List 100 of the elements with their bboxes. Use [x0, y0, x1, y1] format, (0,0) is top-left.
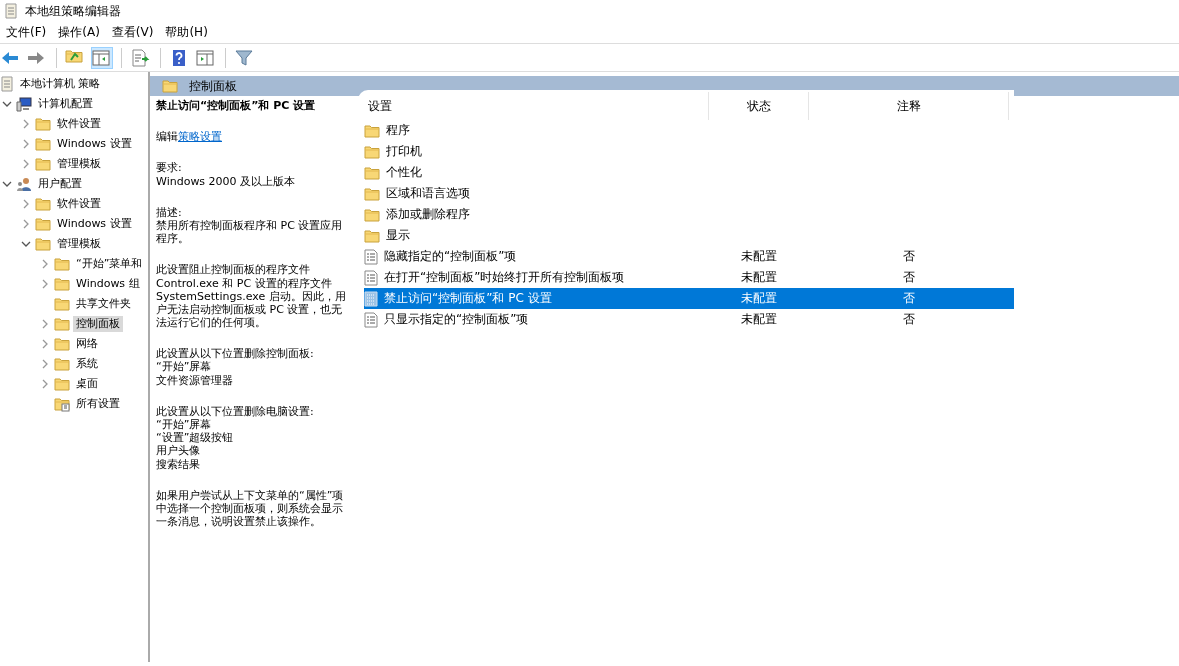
toolbar-button[interactable]	[130, 46, 152, 69]
list-row[interactable]: 隐藏指定的“控制面板”项 未配置 否	[364, 246, 1014, 267]
setting-name: 打印机	[386, 144, 422, 159]
setting-state: 未配置	[740, 249, 778, 264]
description-text: “设置”超级按钮	[156, 431, 235, 445]
description-text: 要求:	[156, 161, 183, 175]
setting-name: 只显示指定的“控制面板”项	[384, 312, 529, 327]
description-text: 此设置从以下位置删除电脑设置:	[156, 404, 315, 418]
notepad-icon	[0, 76, 14, 92]
menu-item[interactable]: 文件(F)	[0, 23, 53, 42]
tree-item[interactable]: 桌面	[73, 376, 101, 392]
setting-name: 添加或删除程序	[386, 207, 470, 222]
tree-item[interactable]: 所有设置	[73, 396, 123, 412]
tree-item[interactable]: 管理模板	[54, 156, 104, 172]
setting-comment: 否	[902, 270, 916, 285]
tree-item[interactable]: “开始”菜单和	[73, 256, 146, 272]
column-header[interactable]: 注释	[809, 92, 1009, 120]
tree-item[interactable]: 用户配置	[35, 176, 85, 192]
tree-item[interactable]: 共享文件夹	[73, 296, 134, 312]
list-row[interactable]: 在打开“控制面板”时始终打开所有控制面板项 未配置 否	[364, 267, 1014, 288]
setting-name: 隐藏指定的“控制面板”项	[384, 249, 517, 264]
tree-item[interactable]: 本地计算机 策略	[17, 76, 104, 92]
description-text: Windows 2000 及以上版本	[156, 174, 297, 188]
window-title: 本地组策略编辑器	[25, 3, 121, 19]
show-hide-tree-icon	[90, 47, 111, 68]
folder-icon	[364, 143, 380, 160]
column-header[interactable]: 设置	[364, 92, 709, 120]
setting-name: 区域和语言选项	[386, 186, 470, 201]
tree-item[interactable]: 计算机配置	[35, 96, 96, 112]
setting-name: 个性化	[386, 165, 422, 180]
tree-item[interactable]: 软件设置	[54, 116, 104, 132]
notepad-icon	[4, 3, 18, 19]
description-text: “开始”屏幕	[156, 418, 213, 432]
setting-comment: 否	[902, 249, 916, 264]
tree-item[interactable]: 系统	[73, 356, 101, 372]
list-row[interactable]: 程序	[364, 120, 1014, 141]
description-text: 此设置阻止控制面板的程序文件 Control.exe 和 PC 设置的程序文件 SystemSettings.exe 启动。因此，用户无法启动控制面板或 PC 设置，也无法运行它们的任何项。	[156, 263, 347, 330]
folder-icon	[35, 196, 51, 212]
list-row[interactable]: 只显示指定的“控制面板”项 未配置 否	[364, 309, 1014, 330]
folder-icon	[35, 216, 51, 232]
policy-document-icon	[364, 248, 378, 265]
folder-icon	[35, 236, 51, 252]
policy-document-icon	[364, 290, 378, 307]
menu-item[interactable]: 操作(A)	[52, 23, 106, 42]
export-list-icon	[129, 47, 150, 68]
toolbar-button[interactable]	[91, 46, 113, 69]
tree-item[interactable]: Windows 设置	[54, 136, 135, 152]
list-row[interactable]: 禁止访问“控制面板”和 PC 设置 未配置 否	[364, 288, 1014, 309]
policy-settings-link[interactable]: 策略设置	[178, 130, 222, 144]
description-text: 用户头像	[156, 444, 201, 458]
description-text: “开始”屏幕	[156, 360, 213, 374]
menu-item[interactable]: 帮助(H)	[159, 23, 214, 42]
panel-title: 控制面板	[189, 78, 237, 94]
description-text: 描述:	[156, 205, 183, 219]
tree-item[interactable]: Windows 设置	[54, 216, 135, 232]
list-row[interactable]: 添加或删除程序	[364, 204, 1014, 225]
setting-state: 未配置	[740, 291, 778, 306]
folder-icon	[54, 256, 70, 272]
folder-icon	[35, 156, 51, 172]
policy-document-icon	[364, 269, 378, 286]
tree-item[interactable]: 软件设置	[54, 196, 104, 212]
menu-item[interactable]: 查看(V)	[105, 23, 160, 42]
tree-item[interactable]: 管理模板	[54, 236, 104, 252]
tree-item[interactable]: 网络	[73, 336, 101, 352]
folder-icon	[364, 185, 380, 202]
column-header[interactable]: 状态	[709, 92, 809, 120]
folder-icon	[364, 227, 380, 244]
filter-icon	[233, 47, 254, 68]
tree-item[interactable]: Windows 组	[73, 276, 143, 292]
folder-icon	[35, 136, 51, 152]
list-row[interactable]: 区域和语言选项	[364, 183, 1014, 204]
folder-icon	[35, 116, 51, 132]
description-text: 禁用所有控制面板程序和 PC 设置应用程序。	[156, 218, 344, 246]
description-text: 如果用户尝试从上下文菜单的“属性”项中选择一个控制面板项，则系统会显示一条消息，说明设置禁止该操作。	[156, 488, 345, 529]
description-text: 此设置从以下位置删除控制面板:	[156, 347, 315, 361]
setting-comment: 否	[902, 291, 916, 306]
list-row[interactable]: 个性化	[364, 162, 1014, 183]
folder-icon	[364, 206, 380, 223]
folder-icon	[162, 78, 178, 94]
folder-icon	[54, 276, 70, 292]
folder-icon	[364, 164, 380, 181]
description-text: 文件资源管理器	[156, 373, 234, 387]
folder-icon	[54, 316, 70, 332]
list-row[interactable]: 显示	[364, 225, 1014, 246]
list-row[interactable]: 打印机	[364, 141, 1014, 162]
setting-comment: 否	[902, 312, 916, 327]
setting-name: 在打开“控制面板”时始终打开所有控制面板项	[384, 270, 625, 285]
setting-state: 未配置	[740, 270, 778, 285]
show-action-pane-icon	[194, 47, 215, 68]
setting-name: 程序	[386, 123, 410, 138]
description-text: 搜索结果	[156, 457, 201, 471]
folder-icon	[54, 356, 70, 372]
folder-icon	[54, 376, 70, 392]
users-icon	[16, 176, 32, 192]
folder-icon	[364, 122, 380, 139]
folder-icon	[54, 296, 70, 312]
setting-name: 显示	[386, 228, 410, 243]
edit-policy-text: 编辑策略设置	[156, 130, 223, 144]
tree-item[interactable]: 控制面板	[73, 316, 123, 332]
setting-title: 禁止访问“控制面板”和 PC 设置	[156, 99, 317, 113]
